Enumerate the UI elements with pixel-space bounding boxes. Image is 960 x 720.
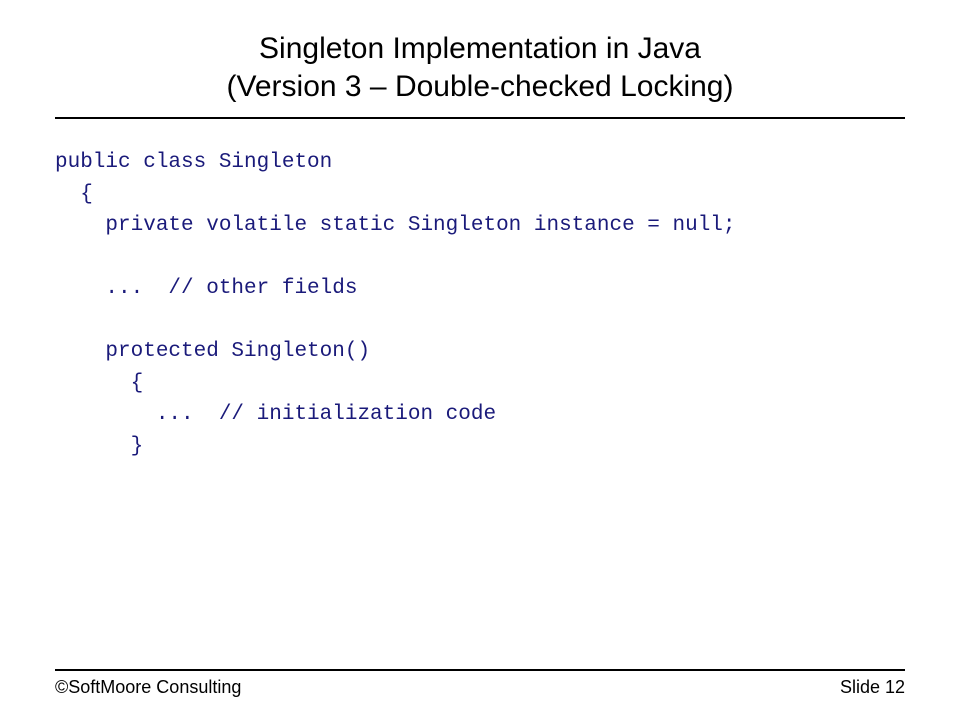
- slide-container: Singleton Implementation in Java (Versio…: [0, 0, 960, 720]
- slide-footer: ©SoftMoore Consulting Slide 12: [55, 669, 905, 698]
- code-block: public class Singleton { private volatil…: [55, 147, 905, 462]
- divider-bottom: [55, 669, 905, 671]
- footer-row: ©SoftMoore Consulting Slide 12: [55, 677, 905, 698]
- slide-title-block: Singleton Implementation in Java (Versio…: [55, 30, 905, 105]
- slide-title-line2: (Version 3 – Double-checked Locking): [55, 68, 905, 106]
- divider-top: [55, 117, 905, 119]
- footer-copyright: ©SoftMoore Consulting: [55, 677, 241, 698]
- footer-slide-number: Slide 12: [840, 677, 905, 698]
- slide-title-line1: Singleton Implementation in Java: [55, 30, 905, 68]
